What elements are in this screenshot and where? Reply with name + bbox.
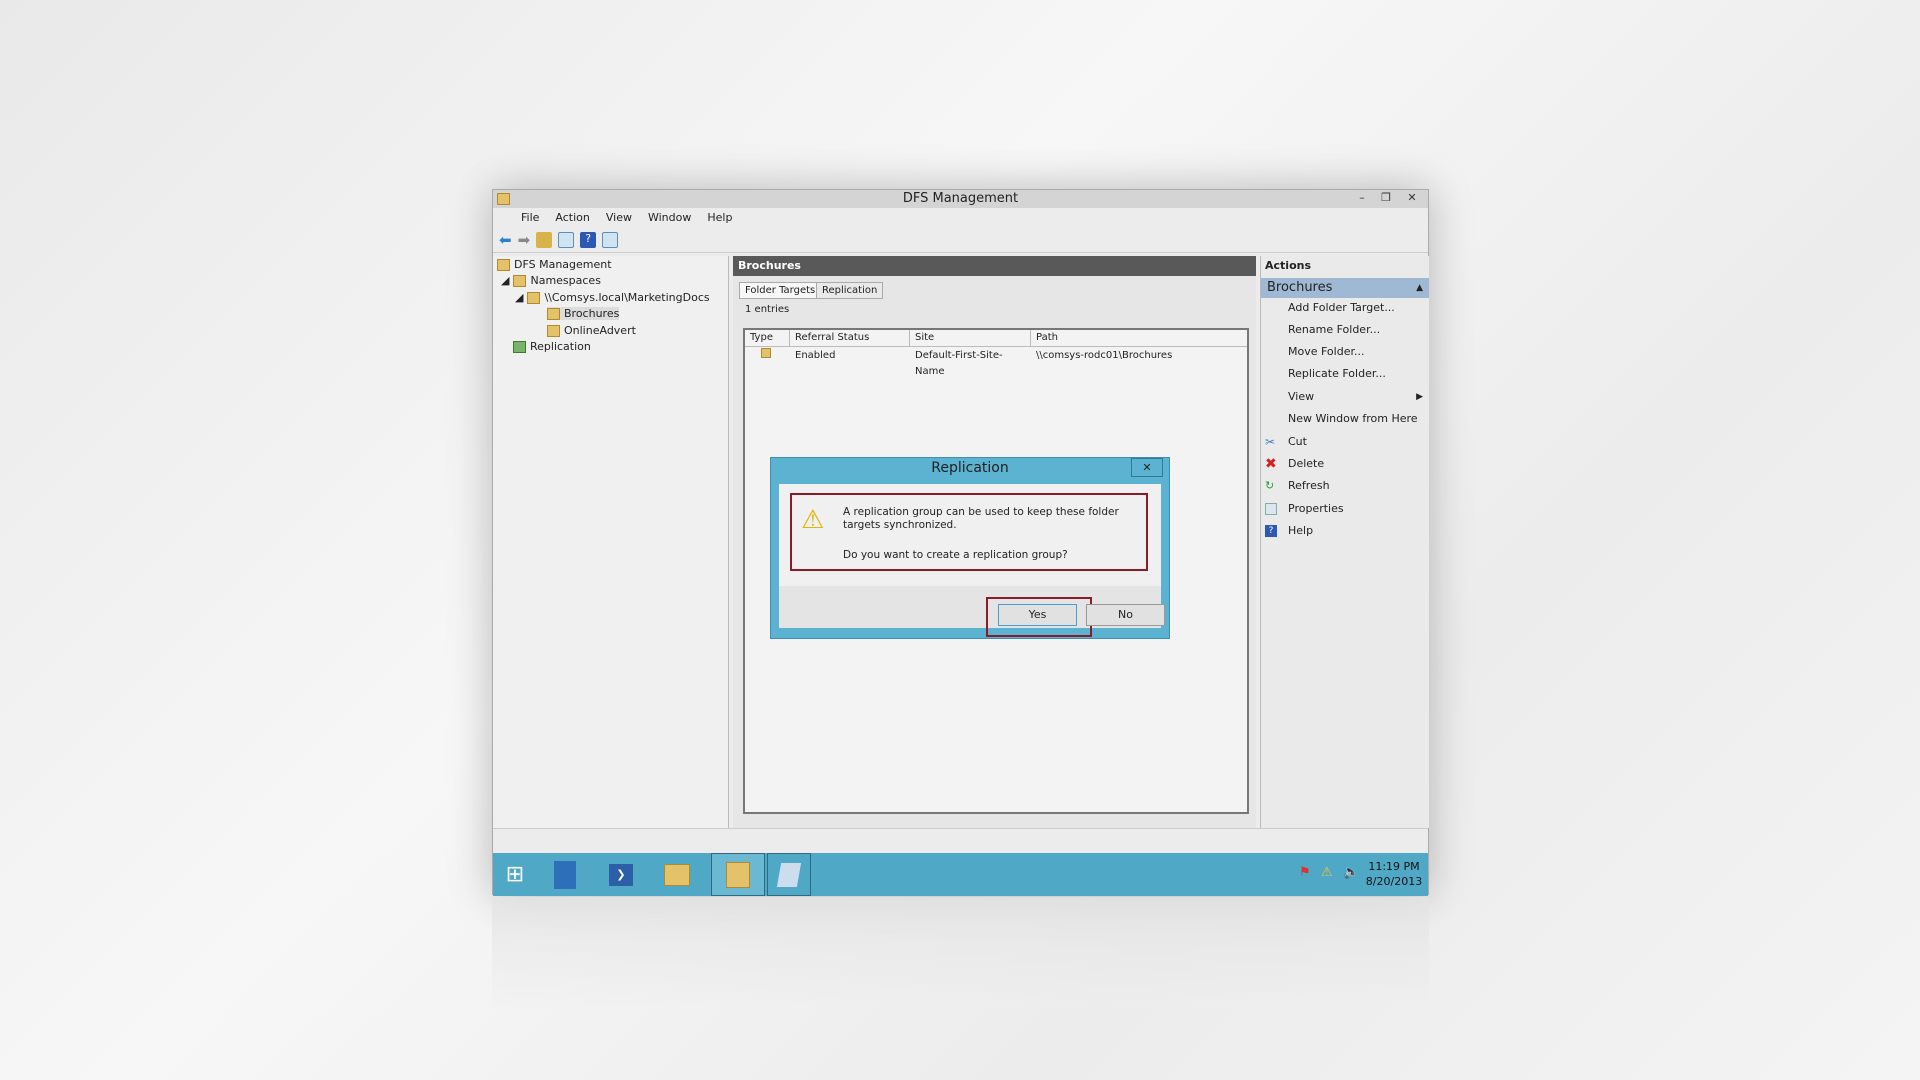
tab-replication[interactable]: Replication: [816, 282, 884, 299]
expand-icon[interactable]: ◢: [515, 291, 523, 304]
action-add-folder-target[interactable]: Add Folder Target...: [1261, 299, 1429, 317]
notepad-button[interactable]: [767, 853, 811, 896]
action-move-folder[interactable]: Move Folder...: [1261, 343, 1429, 361]
clock[interactable]: 11:19 PM 8/20/2013: [1363, 859, 1425, 889]
dialog-body: ⚠ A replication group can be used to kee…: [779, 484, 1165, 637]
tree-dfs-management[interactable]: DFS Management: [497, 258, 612, 271]
replication-dialog: Replication ✕ ⚠ A replication group can …: [770, 457, 1170, 639]
refresh-icon: ↻: [1265, 479, 1275, 492]
menu-view[interactable]: View: [598, 211, 640, 224]
window-reflection: [492, 897, 1429, 1007]
close-button[interactable]: ✕: [1400, 190, 1424, 206]
tree-namespace[interactable]: ◢ \\Comsys.local\MarketingDocs: [515, 291, 710, 304]
forward-arrow-icon[interactable]: ➡: [518, 231, 531, 249]
table-row[interactable]: Enabled Default-First-Site-Name \\comsys…: [745, 348, 1247, 377]
dialog-title: Replication: [931, 460, 1009, 476]
submenu-arrow-icon: ▶: [1416, 392, 1423, 402]
minimize-button[interactable]: –: [1350, 190, 1374, 206]
entries-count: 1 entries: [745, 304, 790, 315]
show-hide-tree-icon[interactable]: [558, 231, 575, 248]
up-folder-icon[interactable]: [536, 231, 553, 248]
taskbar: ⊞ ❯ ⚑ ⚠ 🔈 11:19 PM 8/20/2013: [493, 853, 1428, 896]
collapse-icon[interactable]: ▲: [1416, 278, 1423, 298]
namespace-icon: [527, 291, 541, 304]
list-header: Type Referral Status Site Path: [745, 330, 1247, 347]
action-refresh[interactable]: ↻ Refresh: [1261, 477, 1429, 495]
menu-help[interactable]: Help: [699, 211, 740, 224]
action-delete[interactable]: ✖ Delete: [1261, 455, 1429, 473]
menu-bar: File Action View Window Help: [493, 208, 1428, 227]
warning-icon: ⚠: [801, 505, 825, 535]
title-bar: DFS Management – ❐ ✕: [493, 190, 1428, 208]
file-explorer-button[interactable]: [655, 853, 699, 896]
folder-icon: [547, 324, 560, 337]
volume-muted-icon[interactable]: 🔈: [1343, 865, 1359, 880]
action-help[interactable]: ? Help: [1261, 522, 1429, 540]
tree-replication[interactable]: Replication: [513, 340, 591, 353]
cell-path: \\comsys-rodc01\Brochures: [1036, 350, 1173, 361]
tree-folder-brochures[interactable]: Brochures: [547, 307, 620, 320]
cell-referral-status: Enabled: [795, 350, 836, 361]
dialog-close-button[interactable]: ✕: [1131, 458, 1163, 477]
console-tree: DFS Management ◢ Namespaces ◢ \\Comsys.loc…: [493, 256, 729, 828]
dialog-question: Do you want to create a replication grou…: [843, 549, 1068, 561]
cell-site: Default-First-Site-Name: [915, 350, 1003, 377]
powershell-icon: ❯: [609, 863, 633, 886]
properties-icon: [1265, 503, 1277, 515]
dialog-message: A replication group can be used to keep …: [843, 506, 1119, 531]
toolbar: ⬅ ➡ ?: [493, 227, 1428, 253]
dfs-management-icon: [726, 861, 750, 888]
dfs-management-taskbar-button[interactable]: [711, 853, 765, 896]
server-manager-button[interactable]: [543, 853, 587, 896]
powershell-button[interactable]: ❯: [599, 853, 643, 896]
menu-action[interactable]: Action: [547, 211, 597, 224]
pane-header: Brochures: [733, 256, 1256, 276]
delete-x-icon: ✖: [1265, 456, 1277, 472]
actions-section-brochures[interactable]: Brochures ▲: [1261, 278, 1429, 298]
tree-namespaces[interactable]: ◢ Namespaces: [501, 274, 601, 287]
folder-target-icon: [761, 348, 771, 358]
scissors-icon: ✂: [1265, 435, 1276, 449]
column-path[interactable]: Path: [1031, 330, 1247, 346]
server-manager-icon: [554, 860, 576, 889]
yes-button[interactable]: Yes: [998, 604, 1077, 626]
folder-icon: [547, 307, 560, 320]
action-properties[interactable]: Properties: [1261, 500, 1429, 518]
action-rename-folder[interactable]: Rename Folder...: [1261, 321, 1429, 339]
file-explorer-icon: [664, 863, 690, 886]
namespaces-icon: [513, 274, 527, 287]
expand-icon[interactable]: ◢: [501, 274, 509, 287]
action-replicate-folder[interactable]: Replicate Folder...: [1261, 365, 1429, 383]
window-title: DFS Management: [902, 191, 1019, 206]
back-arrow-icon[interactable]: ⬅: [499, 231, 512, 249]
menu-file[interactable]: File: [513, 211, 547, 224]
windows-logo-icon: ⊞: [505, 862, 525, 887]
show-hide-action-pane-icon[interactable]: [602, 231, 619, 248]
maximize-button[interactable]: ❐: [1374, 190, 1398, 206]
column-type[interactable]: Type: [745, 330, 790, 346]
tree-folder-onlineadvert[interactable]: OnlineAdvert: [547, 324, 636, 337]
menu-window[interactable]: Window: [640, 211, 699, 224]
status-bar: [493, 828, 1428, 853]
action-new-window[interactable]: New Window from Here: [1261, 410, 1429, 428]
start-button[interactable]: ⊞: [493, 853, 537, 896]
column-referral-status[interactable]: Referral Status: [790, 330, 910, 346]
notepad-icon: [776, 862, 802, 887]
help-icon[interactable]: ?: [580, 231, 597, 248]
dfs-icon: [497, 258, 510, 271]
action-center-flag-icon[interactable]: ⚑: [1299, 865, 1311, 880]
help-icon: ?: [1265, 525, 1277, 537]
actions-title: Actions: [1265, 259, 1311, 272]
tab-folder-targets[interactable]: Folder Targets: [739, 282, 822, 299]
column-site[interactable]: Site: [910, 330, 1031, 346]
action-cut[interactable]: ✂ Cut: [1261, 433, 1429, 451]
network-warning-icon[interactable]: ⚠: [1321, 865, 1333, 880]
app-icon: [497, 193, 510, 205]
action-view[interactable]: View ▶: [1261, 388, 1429, 406]
actions-pane: Actions Brochures ▲ Add Folder Target... …: [1260, 256, 1429, 828]
no-button[interactable]: No: [1086, 604, 1165, 626]
replication-icon: [513, 340, 526, 353]
